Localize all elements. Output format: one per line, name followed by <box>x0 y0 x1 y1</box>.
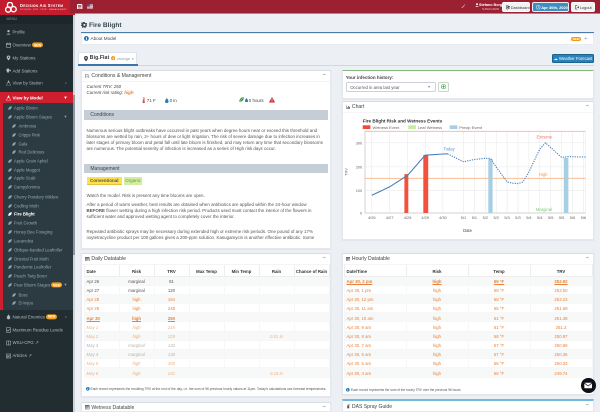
svg-text:Marginal: Marginal <box>535 207 551 212</box>
svg-text:5/2: 5/2 <box>482 215 487 220</box>
svg-text:5/6: 5/6 <box>569 215 574 220</box>
svg-text:Leaf Wetness: Leaf Wetness <box>417 125 441 130</box>
svg-text:Date: Date <box>463 228 473 233</box>
svg-text:Today: Today <box>443 147 455 152</box>
svg-text:5/1: 5/1 <box>460 215 465 220</box>
svg-text:4/29: 4/29 <box>421 215 429 220</box>
svg-text:5/1: 5/1 <box>471 215 476 220</box>
svg-text:5/5: 5/5 <box>547 215 552 220</box>
svg-text:Wetness Event: Wetness Event <box>372 125 400 130</box>
svg-text:4/28: 4/28 <box>403 215 411 220</box>
svg-text:Precip Event: Precip Event <box>459 125 483 130</box>
svg-text:5/6: 5/6 <box>580 215 585 220</box>
svg-text:100: 100 <box>355 188 362 193</box>
svg-text:TRV: TRV <box>343 168 348 176</box>
svg-text:300: 300 <box>355 140 362 145</box>
svg-text:5/5: 5/5 <box>558 215 563 220</box>
svg-text:Extreme: Extreme <box>536 135 552 140</box>
svg-text:High: High <box>538 172 547 177</box>
svg-text:5/4: 5/4 <box>526 215 532 220</box>
svg-text:5/2: 5/2 <box>493 215 498 220</box>
svg-text:200: 200 <box>355 164 362 169</box>
svg-text:4/30: 4/30 <box>439 215 447 220</box>
svg-text:0: 0 <box>360 211 363 216</box>
svg-text:4/27: 4/27 <box>385 215 393 220</box>
svg-text:5/3: 5/3 <box>515 215 520 220</box>
svg-text:Fire Blight Risk and Wetness E: Fire Blight Risk and Wetness Events <box>362 118 442 123</box>
svg-text:5/3: 5/3 <box>504 215 509 220</box>
svg-text:4/26: 4/26 <box>368 215 376 220</box>
svg-text:5/4: 5/4 <box>537 215 543 220</box>
